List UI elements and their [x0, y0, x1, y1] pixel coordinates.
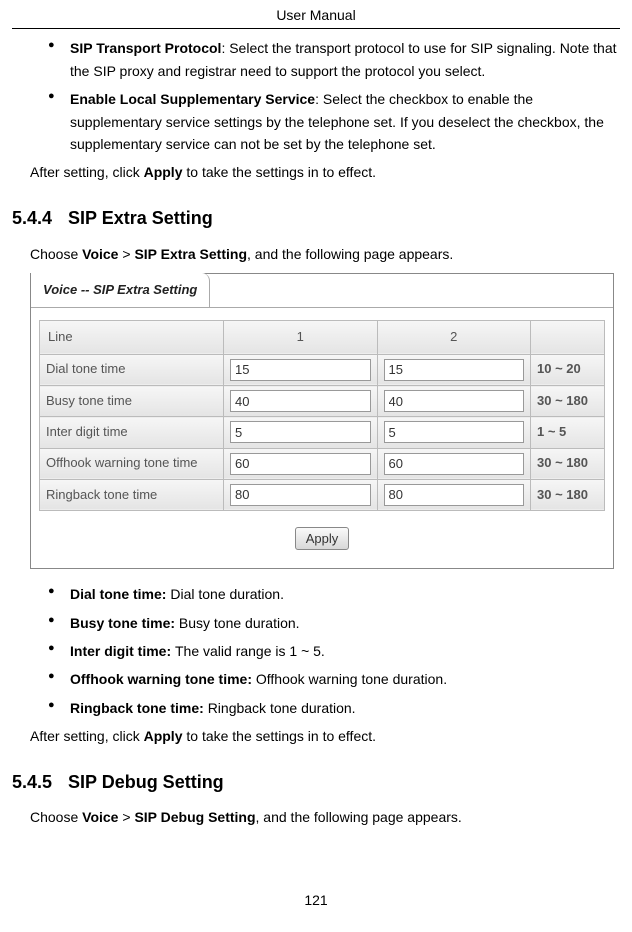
bullet-dial-tone: Dial tone time: Dial tone duration.	[50, 583, 620, 605]
text-bold: Voice	[82, 246, 118, 262]
after-setting-note-2: After setting, click Apply to take the s…	[30, 725, 620, 747]
bullet-ringback: Ringback tone time: Ringback tone durati…	[50, 697, 620, 719]
top-bullet-list: SIP Transport Protocol: Select the trans…	[12, 37, 620, 155]
row-range: 10 ~ 20	[531, 354, 605, 385]
text: Choose	[30, 809, 82, 825]
bullet-bold: Busy tone time:	[70, 615, 179, 631]
bullet-bold: Dial tone time:	[70, 586, 170, 602]
bullet-text: Dial tone duration.	[170, 586, 284, 602]
dial-tone-1-input[interactable]	[230, 359, 371, 381]
text: Choose	[30, 246, 82, 262]
row-range: 1 ~ 5	[531, 417, 605, 448]
text: >	[118, 246, 134, 262]
apply-button[interactable]: Apply	[295, 527, 350, 550]
section-num: 5.4.5	[12, 768, 68, 797]
bullet-text: The valid range is 1 ~ 5.	[175, 643, 325, 659]
table-row: Dial tone time 10 ~ 20	[40, 354, 605, 385]
dial-tone-2-input[interactable]	[384, 359, 525, 381]
text-bold: SIP Debug Setting	[134, 809, 255, 825]
table-header-row: Line 1 2	[40, 320, 605, 354]
text: to take the settings in to effect.	[182, 164, 376, 180]
cell-input	[224, 448, 378, 479]
row-range: 30 ~ 180	[531, 479, 605, 510]
button-row: Apply	[39, 511, 605, 560]
cell-input	[377, 386, 531, 417]
text-bold: SIP Extra Setting	[134, 246, 247, 262]
tab-sip-extra[interactable]: Voice -- SIP Extra Setting	[31, 273, 210, 307]
bullet-text: Busy tone duration.	[179, 615, 300, 631]
section-title: SIP Extra Setting	[68, 208, 213, 228]
cell-input	[224, 386, 378, 417]
row-label: Busy tone time	[40, 386, 224, 417]
bullet-enable-local: Enable Local Supplementary Service: Sele…	[50, 88, 620, 155]
ringback-1-input[interactable]	[230, 484, 371, 506]
tab-row: Voice -- SIP Extra Setting	[31, 274, 613, 308]
cell-input	[224, 417, 378, 448]
col-range	[531, 320, 605, 354]
text: After setting, click	[30, 164, 144, 180]
offhook-2-input[interactable]	[384, 453, 525, 475]
text-bold: Apply	[144, 164, 183, 180]
text: to take the settings in to effect.	[182, 728, 376, 744]
table-row: Inter digit time 1 ~ 5	[40, 417, 605, 448]
row-label: Dial tone time	[40, 354, 224, 385]
document-header: User Manual	[12, 4, 620, 29]
col-2: 2	[377, 320, 531, 354]
busy-tone-1-input[interactable]	[230, 390, 371, 412]
table-row: Offhook warning tone time 30 ~ 180	[40, 448, 605, 479]
section-544-heading: 5.4.4SIP Extra Setting	[12, 204, 620, 233]
bullet-bold: Ringback tone time:	[70, 700, 208, 716]
cell-input	[377, 479, 531, 510]
text: , and the following page appears.	[247, 246, 453, 262]
row-label: Offhook warning tone time	[40, 448, 224, 479]
inter-digit-2-input[interactable]	[384, 421, 525, 443]
col-1: 1	[224, 320, 378, 354]
cell-input	[377, 354, 531, 385]
settings-table: Line 1 2 Dial tone time 10 ~ 20 Busy ton…	[39, 320, 605, 511]
bullet-bold: SIP Transport Protocol	[70, 40, 221, 56]
table-row: Busy tone time 30 ~ 180	[40, 386, 605, 417]
sip-extra-screenshot: Voice -- SIP Extra Setting Line 1 2 Dial…	[30, 273, 614, 569]
ringback-2-input[interactable]	[384, 484, 525, 506]
choose-544: Choose Voice > SIP Extra Setting, and th…	[30, 243, 620, 265]
mid-bullet-list: Dial tone time: Dial tone duration. Busy…	[12, 583, 620, 719]
bullet-offhook: Offhook warning tone time: Offhook warni…	[50, 668, 620, 690]
row-label: Inter digit time	[40, 417, 224, 448]
bullet-inter-digit: Inter digit time: The valid range is 1 ~…	[50, 640, 620, 662]
bullet-bold: Enable Local Supplementary Service	[70, 91, 315, 107]
section-num: 5.4.4	[12, 204, 68, 233]
cell-input	[224, 479, 378, 510]
section-title: SIP Debug Setting	[68, 772, 224, 792]
cell-input	[377, 417, 531, 448]
busy-tone-2-input[interactable]	[384, 390, 525, 412]
bullet-bold: Inter digit time:	[70, 643, 175, 659]
page-number: 121	[12, 889, 620, 911]
bullet-sip-transport: SIP Transport Protocol: Select the trans…	[50, 37, 620, 82]
settings-pane: Line 1 2 Dial tone time 10 ~ 20 Busy ton…	[31, 308, 613, 568]
text: >	[118, 809, 134, 825]
section-545-heading: 5.4.5SIP Debug Setting	[12, 768, 620, 797]
bullet-text: Ringback tone duration.	[208, 700, 356, 716]
text-bold: Voice	[82, 809, 118, 825]
table-row: Ringback tone time 30 ~ 180	[40, 479, 605, 510]
choose-545: Choose Voice > SIP Debug Setting, and th…	[30, 806, 620, 828]
text: After setting, click	[30, 728, 144, 744]
after-setting-note: After setting, click Apply to take the s…	[30, 161, 620, 183]
bullet-text: Offhook warning tone duration.	[256, 671, 447, 687]
cell-input	[377, 448, 531, 479]
offhook-1-input[interactable]	[230, 453, 371, 475]
bullet-bold: Offhook warning tone time:	[70, 671, 256, 687]
text-bold: Apply	[144, 728, 183, 744]
row-range: 30 ~ 180	[531, 448, 605, 479]
bullet-busy-tone: Busy tone time: Busy tone duration.	[50, 612, 620, 634]
row-label: Ringback tone time	[40, 479, 224, 510]
row-range: 30 ~ 180	[531, 386, 605, 417]
col-line: Line	[40, 320, 224, 354]
cell-input	[224, 354, 378, 385]
text: , and the following page appears.	[256, 809, 462, 825]
inter-digit-1-input[interactable]	[230, 421, 371, 443]
